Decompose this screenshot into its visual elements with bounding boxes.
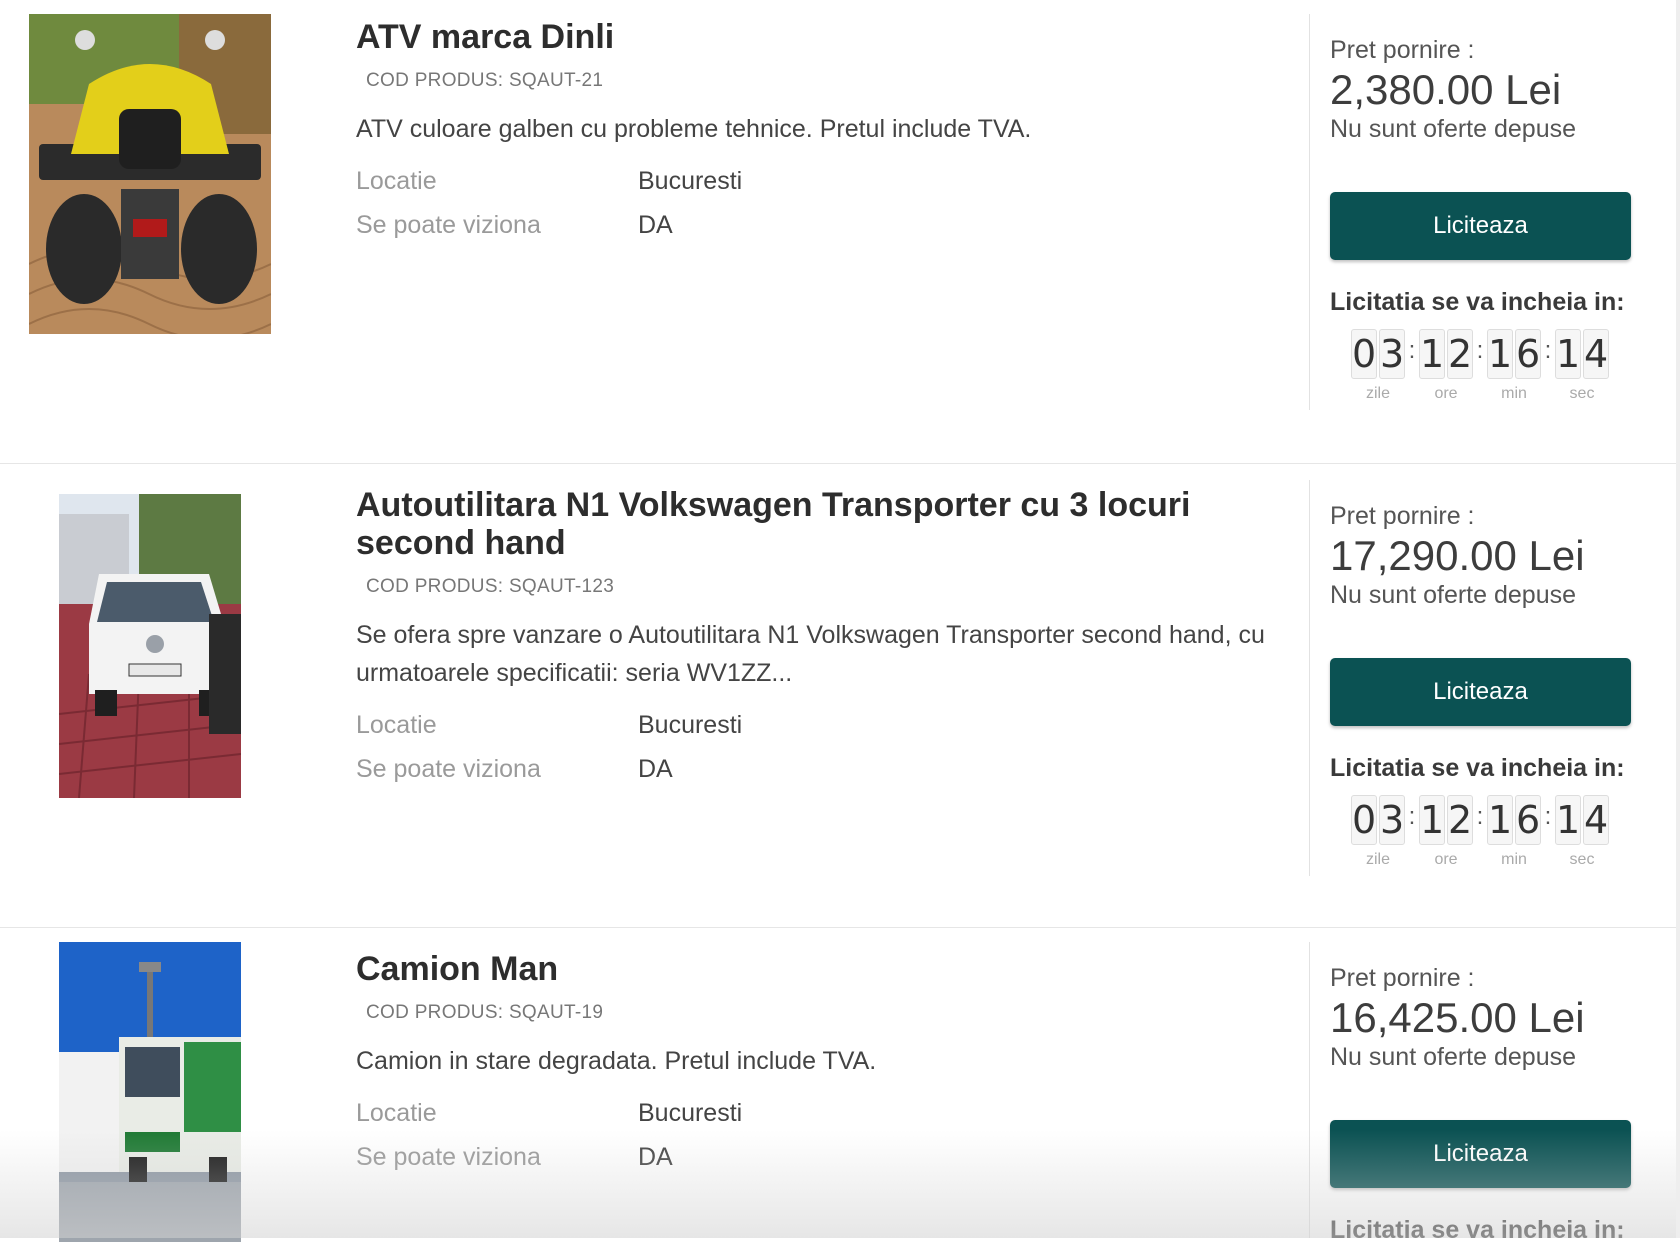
viewing-row: Se poate viziona DA — [356, 206, 1292, 244]
countdown-digit: 6 — [1515, 329, 1541, 379]
right-edge-divider — [1676, 0, 1680, 1238]
countdown-unit: zile — [1365, 851, 1390, 868]
offers-status: Nu sunt oferte depuse — [1330, 115, 1576, 143]
price-panel: Pret pornire : 2,380.00 Lei Nu sunt ofer… — [1309, 14, 1641, 410]
countdown-digit: 6 — [1515, 795, 1541, 845]
countdown-digit: 3 — [1379, 329, 1405, 379]
listing-info: Autoutilitara N1 Volkswagen Transporter … — [356, 486, 1292, 788]
countdown-digit: 4 — [1583, 329, 1609, 379]
countdown-seconds: 14 sec — [1555, 795, 1609, 869]
bid-button[interactable]: Liciteaza — [1330, 192, 1631, 260]
location-label: Locatie — [356, 167, 437, 195]
location-value: Bucuresti — [638, 711, 743, 739]
listing-description: Se ofera spre vanzare o Autoutilitara N1… — [356, 621, 1265, 687]
countdown-unit: sec — [1569, 851, 1595, 868]
listing-info: ATV marca Dinli COD PRODUS: SQAUT-21 ATV… — [356, 18, 1292, 244]
viewing-value: DA — [638, 1143, 673, 1171]
product-code: COD PRODUS: SQAUT-19 — [366, 1002, 604, 1023]
listing-card: Camion Man COD PRODUS: SQAUT-19 Camion i… — [0, 928, 1676, 1244]
listing-title[interactable]: ATV marca Dinli — [356, 18, 1292, 56]
listing-info: Camion Man COD PRODUS: SQAUT-19 Camion i… — [356, 950, 1292, 1176]
listing-card: Autoutilitara N1 Volkswagen Transporter … — [0, 464, 1676, 928]
countdown-timer: 03 zile : 12 ore : 16 min : 14 sec — [1351, 795, 1641, 869]
location-label: Locatie — [356, 1099, 437, 1127]
countdown-hours: 12 ore — [1419, 795, 1473, 869]
listing-description: ATV culoare galben cu probleme tehnice. … — [356, 115, 1032, 143]
countdown-separator: : — [1408, 803, 1416, 830]
viewing-row: Se poate viziona DA — [356, 1138, 1292, 1176]
auction-ends-label: Licitatia se va incheia in: — [1330, 288, 1625, 316]
location-value: Bucuresti — [638, 167, 743, 195]
countdown-separator: : — [1408, 337, 1416, 364]
truck-photo[interactable] — [59, 942, 241, 1242]
countdown-digit: 3 — [1379, 795, 1405, 845]
countdown-timer: 03 zile : 12 ore : 16 min : 14 sec — [1351, 329, 1641, 403]
countdown-unit: sec — [1569, 385, 1595, 402]
price-label: Pret pornire : — [1330, 36, 1475, 64]
countdown-days: 03 zile — [1351, 329, 1405, 403]
listing-title[interactable]: Camion Man — [356, 950, 1292, 988]
countdown-digit: 2 — [1447, 795, 1473, 845]
countdown-digit: 1 — [1555, 329, 1581, 379]
countdown-separator: : — [1544, 803, 1552, 830]
countdown-digit: 1 — [1555, 795, 1581, 845]
product-code: COD PRODUS: SQAUT-21 — [366, 70, 604, 91]
viewing-label: Se poate viziona — [356, 755, 541, 783]
listing-title[interactable]: Autoutilitara N1 Volkswagen Transporter … — [356, 486, 1292, 562]
countdown-minutes: 16 min — [1487, 795, 1541, 869]
price-label: Pret pornire : — [1330, 502, 1475, 530]
countdown-separator: : — [1544, 337, 1552, 364]
location-row: Locatie Bucuresti — [356, 706, 1292, 744]
countdown-digit: 1 — [1487, 795, 1513, 845]
location-row: Locatie Bucuresti — [356, 1094, 1292, 1132]
countdown-unit: min — [1501, 385, 1527, 402]
viewing-label: Se poate viziona — [356, 1143, 541, 1171]
countdown-separator: : — [1476, 803, 1484, 830]
viewing-label: Se poate viziona — [356, 211, 541, 239]
countdown-seconds: 14 sec — [1555, 329, 1609, 403]
countdown-digit: 1 — [1419, 795, 1445, 845]
bid-button[interactable]: Liciteaza — [1330, 1120, 1631, 1188]
offers-status: Nu sunt oferte depuse — [1330, 581, 1576, 609]
countdown-unit: ore — [1434, 851, 1458, 868]
countdown-separator: : — [1476, 337, 1484, 364]
location-label: Locatie — [356, 711, 437, 739]
van-photo[interactable] — [59, 494, 241, 798]
price-value: 2,380.00 Lei — [1330, 66, 1562, 113]
bid-button[interactable]: Liciteaza — [1330, 658, 1631, 726]
countdown-unit: zile — [1365, 385, 1390, 402]
countdown-digit: 4 — [1583, 795, 1609, 845]
product-code: COD PRODUS: SQAUT-123 — [366, 576, 615, 597]
countdown-digit: 1 — [1419, 329, 1445, 379]
countdown-minutes: 16 min — [1487, 329, 1541, 403]
location-row: Locatie Bucuresti — [356, 162, 1292, 200]
countdown-days: 03 zile — [1351, 795, 1405, 869]
viewing-value: DA — [638, 755, 673, 783]
price-panel: Pret pornire : 17,290.00 Lei Nu sunt ofe… — [1309, 480, 1641, 876]
listing-card: ATV marca Dinli COD PRODUS: SQAUT-21 ATV… — [0, 0, 1676, 464]
countdown-unit: min — [1501, 851, 1527, 868]
auction-ends-label: Licitatia se va incheia in: — [1330, 1216, 1625, 1244]
price-value: 17,290.00 Lei — [1330, 532, 1585, 579]
countdown-digit: 1 — [1487, 329, 1513, 379]
atv-photo[interactable] — [29, 14, 271, 334]
countdown-hours: 12 ore — [1419, 329, 1473, 403]
listing-description: Camion in stare degradata. Pretul includ… — [356, 1047, 877, 1075]
price-label: Pret pornire : — [1330, 964, 1475, 992]
offers-status: Nu sunt oferte depuse — [1330, 1043, 1576, 1071]
countdown-digit: 0 — [1351, 329, 1377, 379]
countdown-digit: 2 — [1447, 329, 1473, 379]
location-value: Bucuresti — [638, 1099, 743, 1127]
countdown-unit: ore — [1434, 385, 1458, 402]
auction-ends-label: Licitatia se va incheia in: — [1330, 754, 1625, 782]
viewing-row: Se poate viziona DA — [356, 750, 1292, 788]
price-panel: Pret pornire : 16,425.00 Lei Nu sunt ofe… — [1309, 942, 1641, 1244]
countdown-digit: 0 — [1351, 795, 1377, 845]
price-value: 16,425.00 Lei — [1330, 994, 1585, 1041]
viewing-value: DA — [638, 211, 673, 239]
